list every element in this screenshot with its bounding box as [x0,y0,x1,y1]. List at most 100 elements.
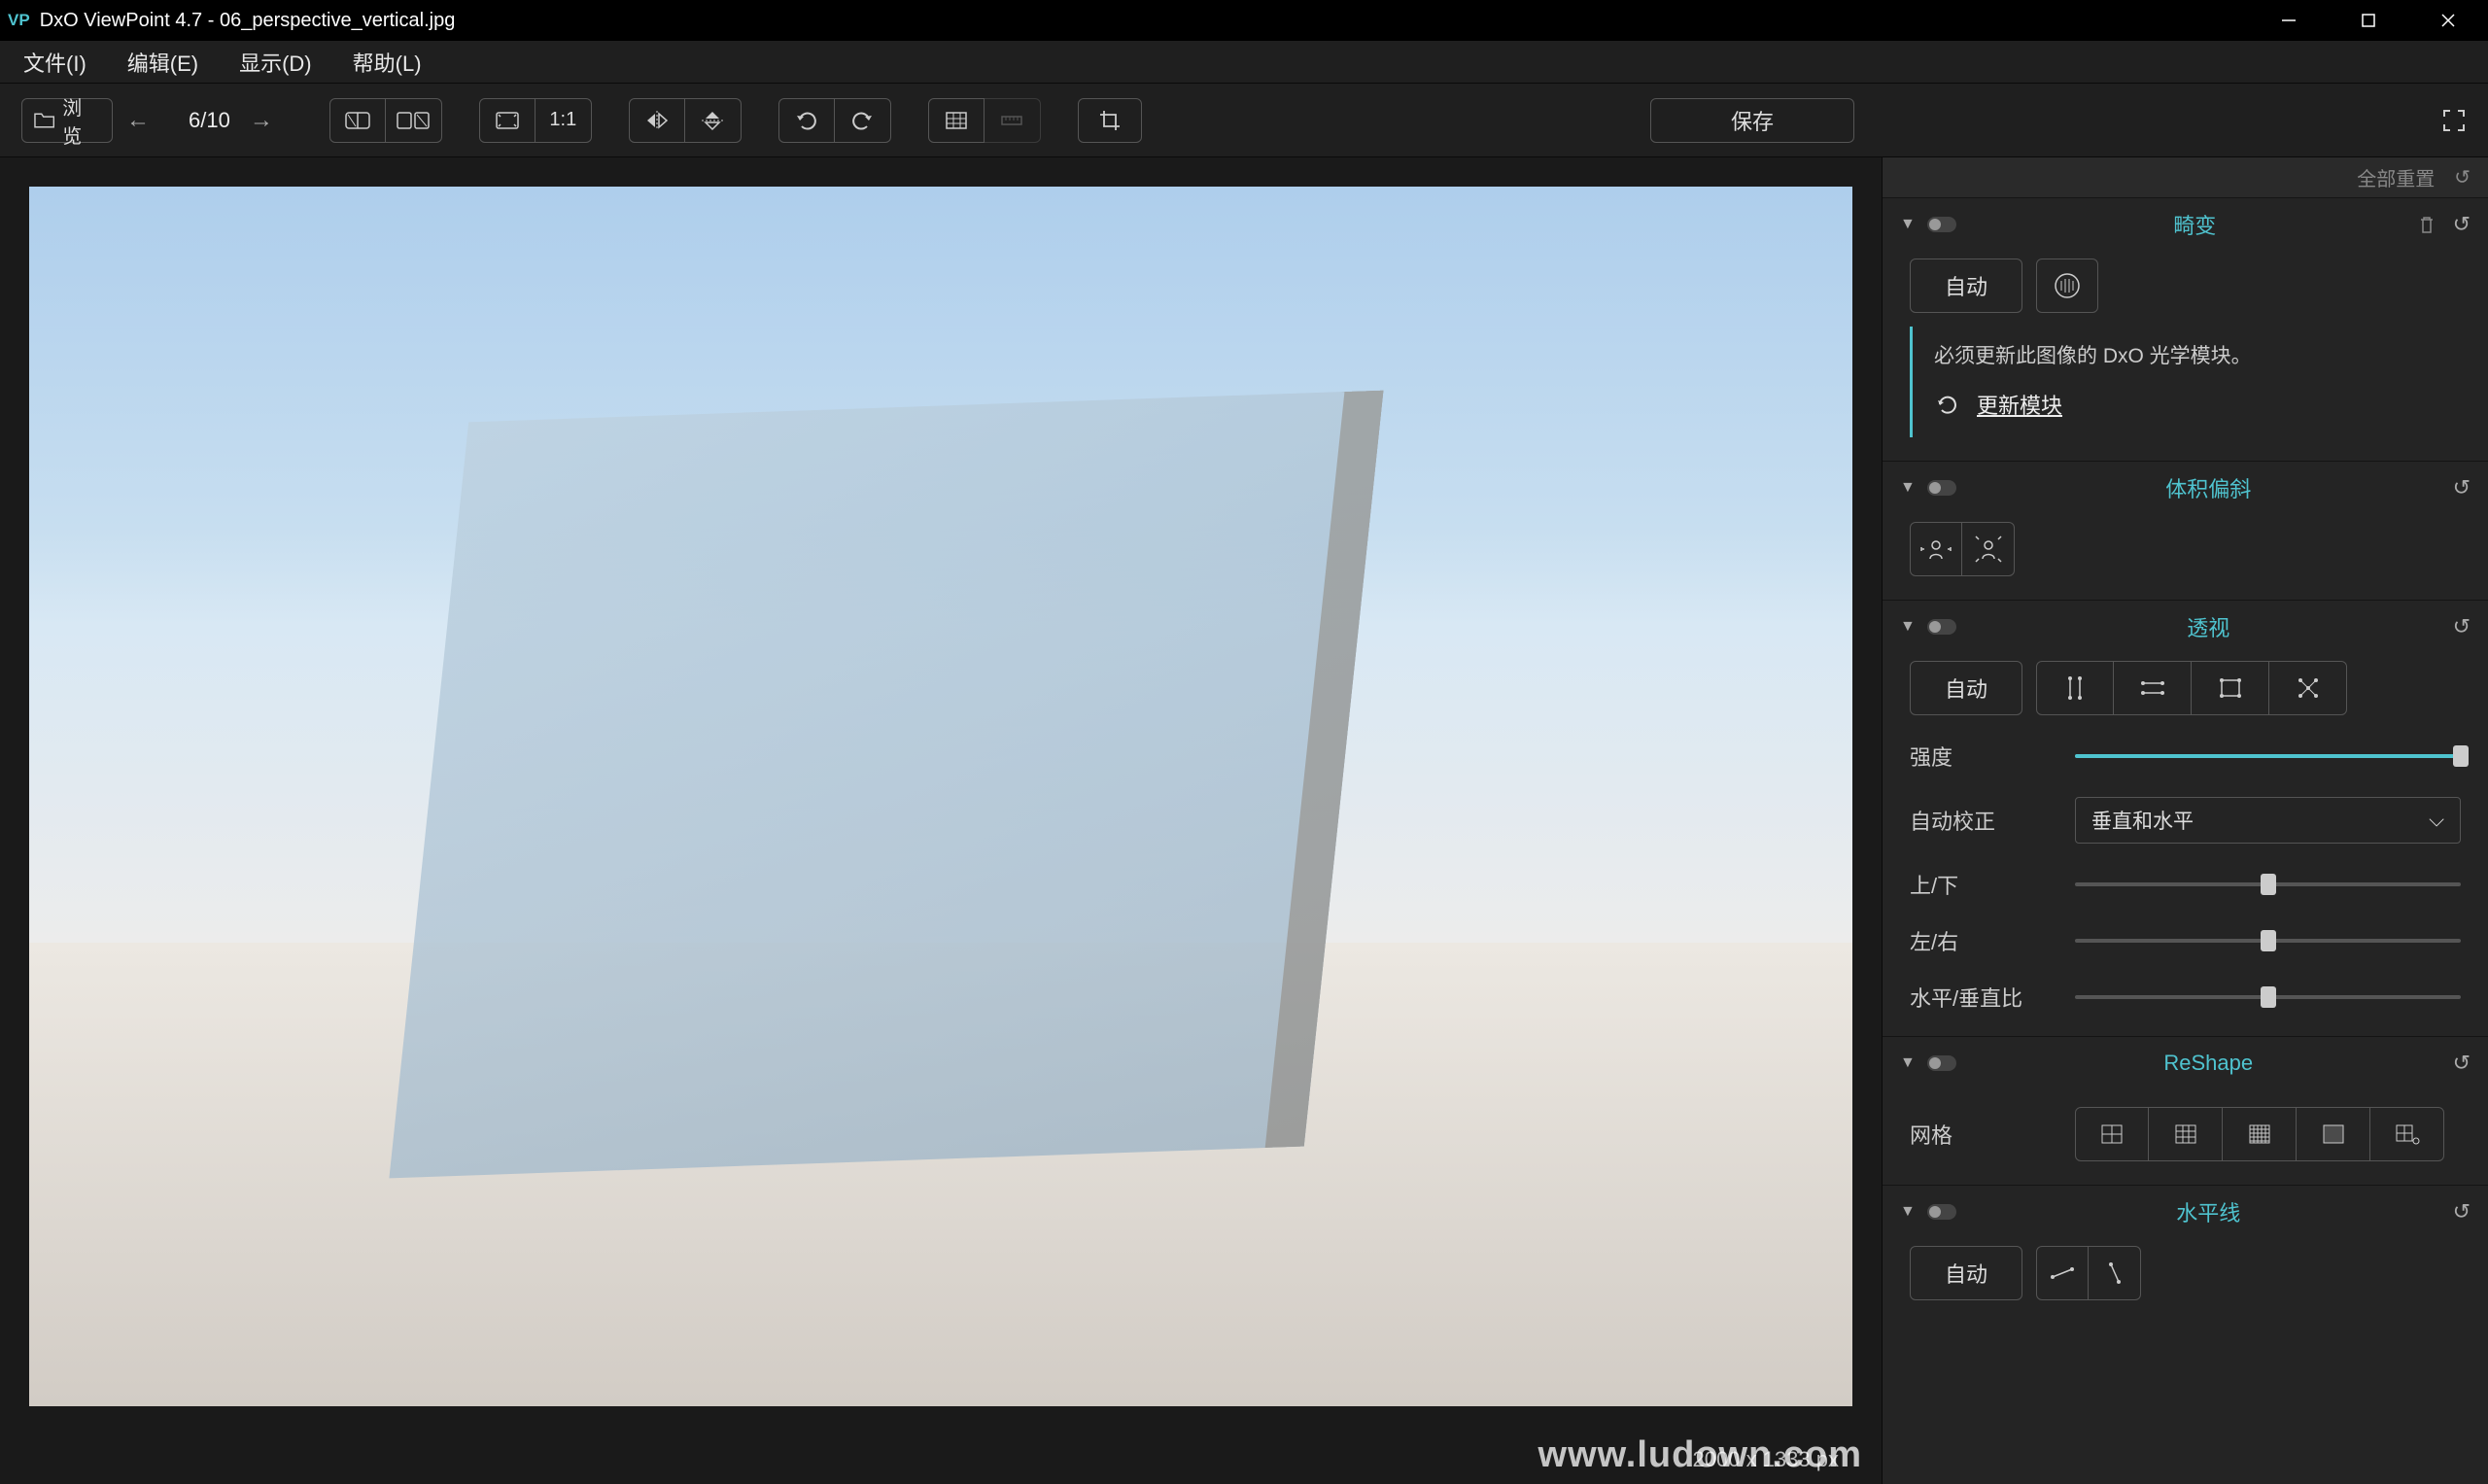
reset-icon[interactable]: ↺ [2453,1199,2471,1225]
rotate-left-button[interactable] [778,98,835,143]
section-horizon: ▼ 水平线 ↺ 自动 [1883,1186,2488,1337]
browse-label: 浏览 [62,92,100,149]
section-reshape: ▼ ReShape ↺ 网格 [1883,1037,2488,1186]
reshape-title: ReShape [1972,1051,2445,1076]
zoom-1to1-button[interactable]: 1:1 [536,98,592,143]
distortion-manual-button[interactable] [2036,259,2098,313]
perspective-horizontal-button[interactable] [2114,661,2192,715]
perspective-rectangle-button[interactable] [2192,661,2269,715]
updown-slider[interactable] [2075,882,2461,886]
leftright-label: 左/右 [1910,925,2056,956]
fullscreen-button[interactable] [2441,108,2467,133]
app-icon: VP [8,11,30,30]
reset-icon[interactable]: ↺ [2453,212,2471,237]
horizon-vertical-button[interactable] [2089,1246,2141,1300]
hvratio-slider[interactable] [2075,995,2461,999]
volume-diagonal-button[interactable] [1962,522,2015,576]
crop-button[interactable] [1078,98,1142,143]
autocorrect-value: 垂直和水平 [2091,806,2194,835]
module-message: 必须更新此图像的 DxO 光学模块。 [1934,340,2443,373]
collapse-icon[interactable]: ▼ [1900,618,1916,636]
distortion-title: 畸变 [1972,209,2418,240]
compare-group [329,98,442,143]
intensity-slider[interactable] [2075,754,2461,758]
horizon-auto-button[interactable]: 自动 [1910,1246,2022,1300]
collapse-icon[interactable]: ▼ [1900,1054,1916,1072]
leftright-slider[interactable] [2075,939,2461,943]
grid-label: 网格 [1910,1119,2056,1150]
reset-all-icon[interactable]: ↺ [2454,165,2471,190]
volume-toggle[interactable] [1927,480,1956,496]
menu-edit[interactable]: 编辑(E) [127,47,198,78]
minimize-button[interactable] [2249,0,2329,41]
perspective-vertical-button[interactable] [2036,661,2114,715]
collapse-icon[interactable]: ▼ [1900,216,1916,233]
perspective-toggle[interactable] [1927,619,1956,635]
distortion-toggle[interactable] [1927,217,1956,232]
grid-dense-button[interactable] [2297,1107,2370,1161]
main-area: 2000 x 1333 px www.ludown.com 全部重置 ↺ ▼ 畸… [0,157,2488,1484]
grid-custom-button[interactable] [2370,1107,2444,1161]
flip-vertical-button[interactable] [685,98,742,143]
maximize-button[interactable] [2329,0,2408,41]
autocorrect-label: 自动校正 [1910,805,2056,836]
menu-bar: 文件(I) 编辑(E) 显示(D) 帮助(L) [0,41,2488,84]
reset-icon[interactable]: ↺ [2453,1051,2471,1076]
window-controls [2249,0,2488,41]
prev-image-button[interactable]: ← [126,107,169,134]
autocorrect-select[interactable]: 垂直和水平 ⌵ [2075,797,2461,844]
reset-icon[interactable]: ↺ [2453,614,2471,639]
autocorrect-row: 自动校正 垂直和水平 ⌵ [1910,797,2461,844]
update-module-link[interactable]: 更新模块 [1977,389,2062,420]
flip-horizontal-button[interactable] [629,98,685,143]
menu-view[interactable]: 显示(D) [239,47,312,78]
compare-split-button[interactable] [386,98,442,143]
folder-icon [34,112,54,129]
toolbar: 浏览 ← 6/10 → 1:1 保存 [0,84,2488,157]
image-counter: 6/10 [189,108,230,133]
menu-help[interactable]: 帮助(L) [353,47,422,78]
delete-icon[interactable] [2418,215,2436,234]
module-info-box: 必须更新此图像的 DxO 光学模块。 更新模块 [1910,327,2461,437]
grid-5x5-button[interactable] [2223,1107,2297,1161]
section-volume: ▼ 体积偏斜 ↺ [1883,462,2488,601]
image-preview[interactable] [29,187,1852,1406]
reshape-toggle[interactable] [1927,1055,1956,1071]
flip-group [629,98,742,143]
reset-icon[interactable]: ↺ [2453,475,2471,500]
perspective-title: 透视 [1972,611,2445,642]
updown-label: 上/下 [1910,869,2056,900]
save-button[interactable]: 保存 [1650,98,1854,143]
close-button[interactable] [2408,0,2488,41]
collapse-icon[interactable]: ▼ [1900,479,1916,497]
menu-file[interactable]: 文件(I) [23,47,86,78]
zoom-group: 1:1 [479,98,592,143]
collapse-icon[interactable]: ▼ [1900,1203,1916,1221]
distortion-auto-button[interactable]: 自动 [1910,259,2022,313]
grid-group [928,98,1041,143]
volume-horizontal-button[interactable] [1910,522,1962,576]
fit-button[interactable] [479,98,536,143]
intensity-label: 强度 [1910,741,2056,772]
rotate-group [778,98,891,143]
compare-single-button[interactable] [329,98,386,143]
chevron-down-icon: ⌵ [2429,809,2444,832]
perspective-auto-button[interactable]: 自动 [1910,661,2022,715]
browse-button[interactable]: 浏览 [21,98,113,143]
horizon-line-button[interactable] [2036,1246,2089,1300]
grid-2x2-button[interactable] [2075,1107,2149,1161]
window-title: DxO ViewPoint 4.7 - 06_perspective_verti… [40,10,456,32]
intensity-row: 强度 [1910,741,2461,772]
horizon-toggle[interactable] [1927,1204,1956,1220]
reset-all-button[interactable]: 全部重置 [2357,163,2435,191]
ruler-button[interactable] [985,98,1041,143]
grid-3x3-button[interactable] [2149,1107,2223,1161]
next-image-button[interactable]: → [250,107,293,134]
horizon-title: 水平线 [1972,1196,2445,1227]
grid-button[interactable] [928,98,985,143]
section-perspective: ▼ 透视 ↺ 自动 强度 [1883,601,2488,1037]
perspective-8point-button[interactable] [2269,661,2347,715]
volume-title: 体积偏斜 [1972,472,2445,503]
title-bar: VP DxO ViewPoint 4.7 - 06_perspective_ve… [0,0,2488,41]
rotate-right-button[interactable] [835,98,891,143]
